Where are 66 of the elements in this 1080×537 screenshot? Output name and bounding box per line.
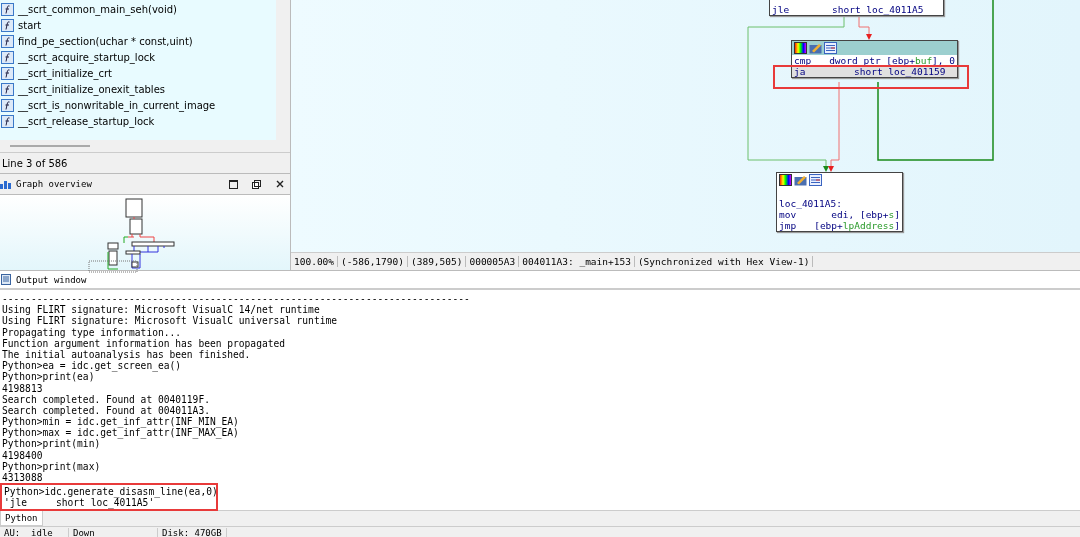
python-tab[interactable]: Python xyxy=(0,511,43,526)
function-name[interactable]: __scrt_initialize_onexit_tables xyxy=(18,83,165,95)
function-icon xyxy=(1,34,14,48)
code-block[interactable]: cmp dword ptr [ebp+buf], 0 ja short loc_401159 xyxy=(791,40,958,78)
status-field: (Synchronized with Hex View-1) xyxy=(634,256,814,267)
status-field: 004011A3: _main+153 xyxy=(519,256,635,267)
output-line: Search completed. Found at 004011A3. xyxy=(1,404,211,417)
function-icon xyxy=(1,50,14,64)
function-icon xyxy=(1,66,14,80)
status-field: Disk: 470GB xyxy=(158,528,227,537)
function-icon xyxy=(1,18,14,32)
function-icon xyxy=(1,2,14,16)
output-line: 'jle short loc_4011A5' xyxy=(3,497,155,509)
output-line: Python>min = idc.get_inf_attr(INF_MIN_EA) xyxy=(1,416,240,428)
output-line: Search completed. Found at 0040119F. xyxy=(1,393,211,405)
color-palette-icon[interactable] xyxy=(779,174,792,186)
color-palette-icon[interactable] xyxy=(794,42,807,54)
output-line: Using FLIRT signature: Microsoft VisualC universal runtime xyxy=(1,315,338,327)
output-line: Python>idc.generate_disasm_line(ea,0) xyxy=(3,486,216,498)
function-name[interactable]: __scrt_acquire_startup_lock xyxy=(18,51,156,63)
function-name[interactable]: __scrt_release_startup_lock xyxy=(18,115,155,127)
code-line[interactable]: jle short loc_4011A5 xyxy=(770,4,943,15)
function-icon xyxy=(1,114,14,128)
status-field: 000005A3 xyxy=(466,256,520,267)
panel-title: Graph overview xyxy=(16,179,93,189)
restore-button[interactable] xyxy=(250,177,263,191)
function-icon xyxy=(1,82,14,96)
window-icon xyxy=(1,274,11,285)
function-name[interactable]: start xyxy=(18,19,42,31)
output-line: Propagating type information... xyxy=(1,326,183,338)
graph-icon xyxy=(0,179,12,189)
list-icon[interactable] xyxy=(809,174,822,186)
status-field: AU: idle xyxy=(0,528,69,537)
panel-title: Output window xyxy=(16,274,87,285)
line-count: Line 3 of 586 xyxy=(2,157,68,169)
output-line: Python>print(max) xyxy=(1,460,102,472)
status-field: 100.00% xyxy=(291,256,339,267)
code-line[interactable]: jmp [ebp+lpAddress] xyxy=(777,220,902,231)
code-line[interactable]: cmp dword ptr [ebp+buf], 0 xyxy=(792,55,957,66)
function-name[interactable]: __scrt_common_main_seh(void) xyxy=(18,3,177,15)
output-line: 4198813 xyxy=(1,382,44,394)
output-line: Using FLIRT signature: Microsoft VisualC 14/net runtime xyxy=(1,304,320,316)
maximize-button[interactable] xyxy=(227,177,240,191)
output-line: Python>ea = idc.get_screen_ea() xyxy=(1,360,183,372)
status-field: (-586,1790) xyxy=(338,256,408,267)
list-icon[interactable] xyxy=(824,42,837,54)
output-line: 4313088 xyxy=(1,472,44,484)
code-label: loc_4011A5: xyxy=(778,198,843,209)
output-line: --------------------------------------------------------------------------------- xyxy=(1,293,471,305)
output-line: Function argument information has been propagated xyxy=(1,337,287,349)
function-name[interactable]: find_pe_section(uchar * const,uint) xyxy=(18,35,193,47)
edit-icon[interactable] xyxy=(794,174,807,186)
code-block[interactable]: loc_4011A5: mov edi, [ebp+s] jmp [ebp+lpAddress] xyxy=(776,172,903,232)
output-line: 4198400 xyxy=(1,449,44,461)
output-line: Python>print(min) xyxy=(1,438,101,450)
output-line: The initial autoanalysis has been finished. xyxy=(1,348,251,361)
output-line: Python>max = idc.get_inf_attr(INF_MAX_EA) xyxy=(1,427,240,439)
code-line[interactable]: mov edi, [ebp+s] xyxy=(777,209,902,220)
function-name[interactable]: __scrt_initialize_crt xyxy=(18,67,112,79)
function-icon xyxy=(1,98,14,112)
function-name[interactable]: __scrt_is_nonwritable_in_current_image xyxy=(18,99,216,111)
status-field: (389,505) xyxy=(407,256,467,267)
code-block[interactable]: jle short loc_4011A5 xyxy=(769,0,944,16)
status-field: Down xyxy=(69,528,158,537)
output-line: Python>print(ea) xyxy=(1,371,95,383)
edge-arrow xyxy=(858,16,872,40)
